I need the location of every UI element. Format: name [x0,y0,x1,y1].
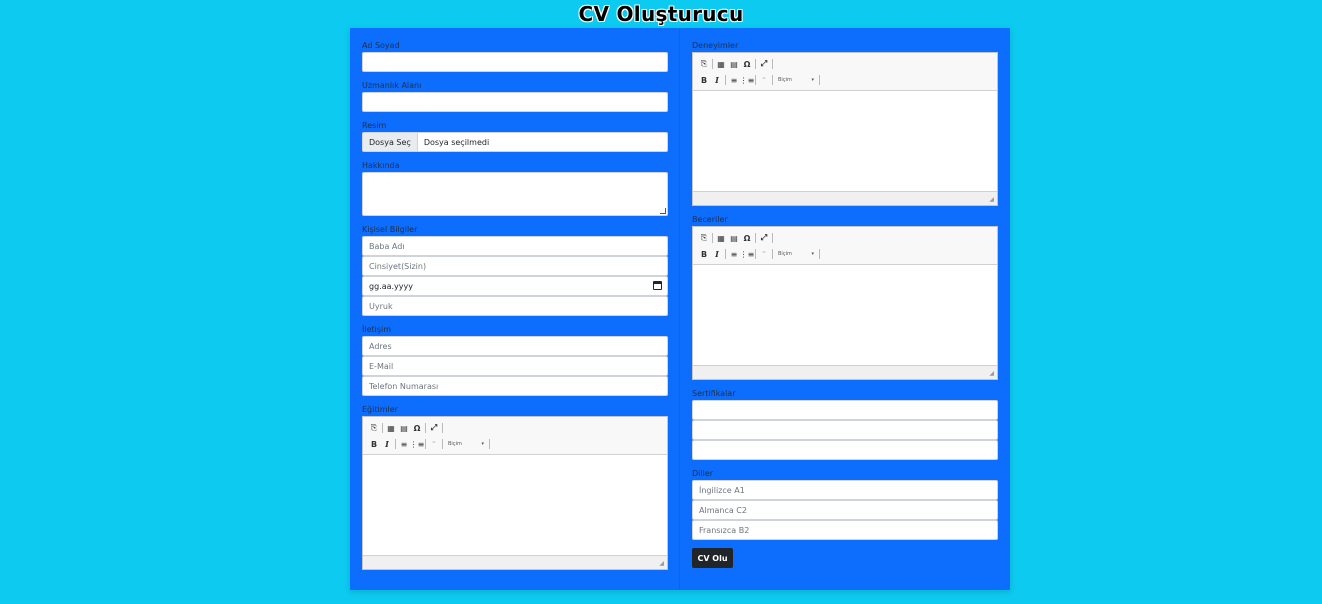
table-icon[interactable]: ▦ [716,232,726,244]
uzmanlik-input[interactable] [362,92,668,112]
italic-icon[interactable]: I [712,74,722,86]
italic-icon[interactable]: I [712,248,722,260]
blockquote-icon: “ [761,249,767,259]
styles-dropdown[interactable]: Biçim ▾ [446,441,486,447]
adres-input[interactable]: Adres [362,336,668,356]
bulleted-list-icon[interactable]: ⋮≡ [740,248,755,260]
blockquote-icon: “ [431,439,437,449]
special-char-icon[interactable]: Ω [412,422,422,434]
bold-icon[interactable]: B [369,438,379,450]
maximize-icon[interactable]: ⤢ [759,232,769,244]
editor-footer: ◢ [693,365,997,379]
deneyimler-editor[interactable]: ⎘ ▦ ▤ Ω ⤢ B I ≡ ⋮≡ “ Biçim ▾ ◢ [692,52,998,206]
email-input[interactable]: E-Mail [362,356,668,376]
dil-input-3[interactable]: Fransızca B2 [692,520,998,540]
paste-icon[interactable]: ⎘ [699,232,709,244]
numbered-list-icon[interactable]: ≡ [729,74,739,86]
bulleted-list-icon[interactable]: ⋮≡ [740,74,755,86]
sertifika-input-1[interactable] [692,400,998,420]
sertifikalar-label: Sertifikalar [692,389,736,398]
column-divider [679,28,680,590]
bold-icon[interactable]: B [699,74,709,86]
paste-icon[interactable]: ⎘ [699,58,709,70]
editor-toolbar: ⎘ ▦ ▤ Ω ⤢ B I ≡ ⋮≡ “ Biçim ▾ [693,227,997,265]
diller-label: Diller [692,469,714,478]
styles-dropdown[interactable]: Biçim ▾ [776,77,816,83]
sertifika-input-3[interactable] [692,440,998,460]
page-title: CV Oluşturucu [578,2,744,26]
editor-footer: ◢ [693,191,997,205]
editor-toolbar: ⎘ ▦ ▤ Ω ⤢ B I ≡ ⋮≡ “ Biçim ▾ [363,417,667,455]
date-value: gg.aa.yyyy [369,281,413,291]
file-status: Dosya seçilmedi [423,137,490,147]
sertifika-input-2[interactable] [692,420,998,440]
kisisel-bilgiler-label: Kişisel Bilgiler [362,225,418,234]
iletisim-label: İletişim [362,325,392,334]
horizontal-rule-icon[interactable]: ▤ [729,232,739,244]
resize-grip-icon[interactable]: ◢ [989,196,994,203]
editor-footer: ◢ [363,555,667,569]
ad-soyad-label: Ad Soyad [362,41,400,50]
editor-toolbar: ⎘ ▦ ▤ Ω ⤢ B I ≡ ⋮≡ “ Biçim ▾ [693,53,997,91]
horizontal-rule-icon[interactable]: ▤ [399,422,409,434]
create-cv-button[interactable]: CV Olu [692,548,733,568]
resize-grip-icon[interactable]: ◢ [659,560,664,567]
egitimler-editor[interactable]: ⎘ ▦ ▤ Ω ⤢ B I ≡ ⋮≡ “ Biçim ▾ ◢ [362,416,668,570]
resize-handle[interactable] [660,208,666,214]
dil-input-1[interactable]: İngilizce A1 [692,480,998,500]
blockquote-icon: “ [761,75,767,85]
bold-icon[interactable]: B [699,248,709,260]
telefon-input[interactable]: Telefon Numarası [362,376,668,396]
paste-icon[interactable]: ⎘ [369,422,379,434]
ad-soyad-input[interactable] [362,52,668,72]
maximize-icon[interactable]: ⤢ [759,58,769,70]
table-icon[interactable]: ▦ [716,58,726,70]
baba-adi-input[interactable]: Baba Adı [362,236,668,256]
beceriler-editor[interactable]: ⎘ ▦ ▤ Ω ⤢ B I ≡ ⋮≡ “ Biçim ▾ ◢ [692,226,998,380]
maximize-icon[interactable]: ⤢ [429,422,439,434]
horizontal-rule-icon[interactable]: ▤ [729,58,739,70]
cv-form: Ad Soyad Uzmanlık Alanı Resim Dosya Seç … [350,28,1010,590]
numbered-list-icon[interactable]: ≡ [399,438,409,450]
beceriler-label: Beceriler [692,215,728,224]
uzmanlik-label: Uzmanlık Alanı [362,81,422,90]
special-char-icon[interactable]: Ω [742,232,752,244]
dil-input-2[interactable]: Almanca C2 [692,500,998,520]
resim-file-input[interactable]: Dosya Seç Dosya seçilmedi [362,132,668,152]
egitimler-label: Eğitimler [362,405,398,414]
bulleted-list-icon[interactable]: ⋮≡ [410,438,425,450]
uyruk-input[interactable]: Uyruk [362,296,668,316]
styles-dropdown[interactable]: Biçim ▾ [776,251,816,257]
italic-icon[interactable]: I [382,438,392,450]
table-icon[interactable]: ▦ [386,422,396,434]
resize-grip-icon[interactable]: ◢ [989,370,994,377]
hakkinda-textarea[interactable] [362,172,668,216]
calendar-icon[interactable] [653,281,662,290]
dogum-tarihi-input[interactable]: gg.aa.yyyy [362,276,668,296]
resim-label: Resim [362,121,387,130]
hakkinda-label: Hakkında [362,161,400,170]
deneyimler-label: Deneyimler [692,41,739,50]
numbered-list-icon[interactable]: ≡ [729,248,739,260]
choose-file-button[interactable]: Dosya Seç [363,133,418,151]
cinsiyet-input[interactable]: Cinsiyet(Sizin) [362,256,668,276]
special-char-icon[interactable]: Ω [742,58,752,70]
